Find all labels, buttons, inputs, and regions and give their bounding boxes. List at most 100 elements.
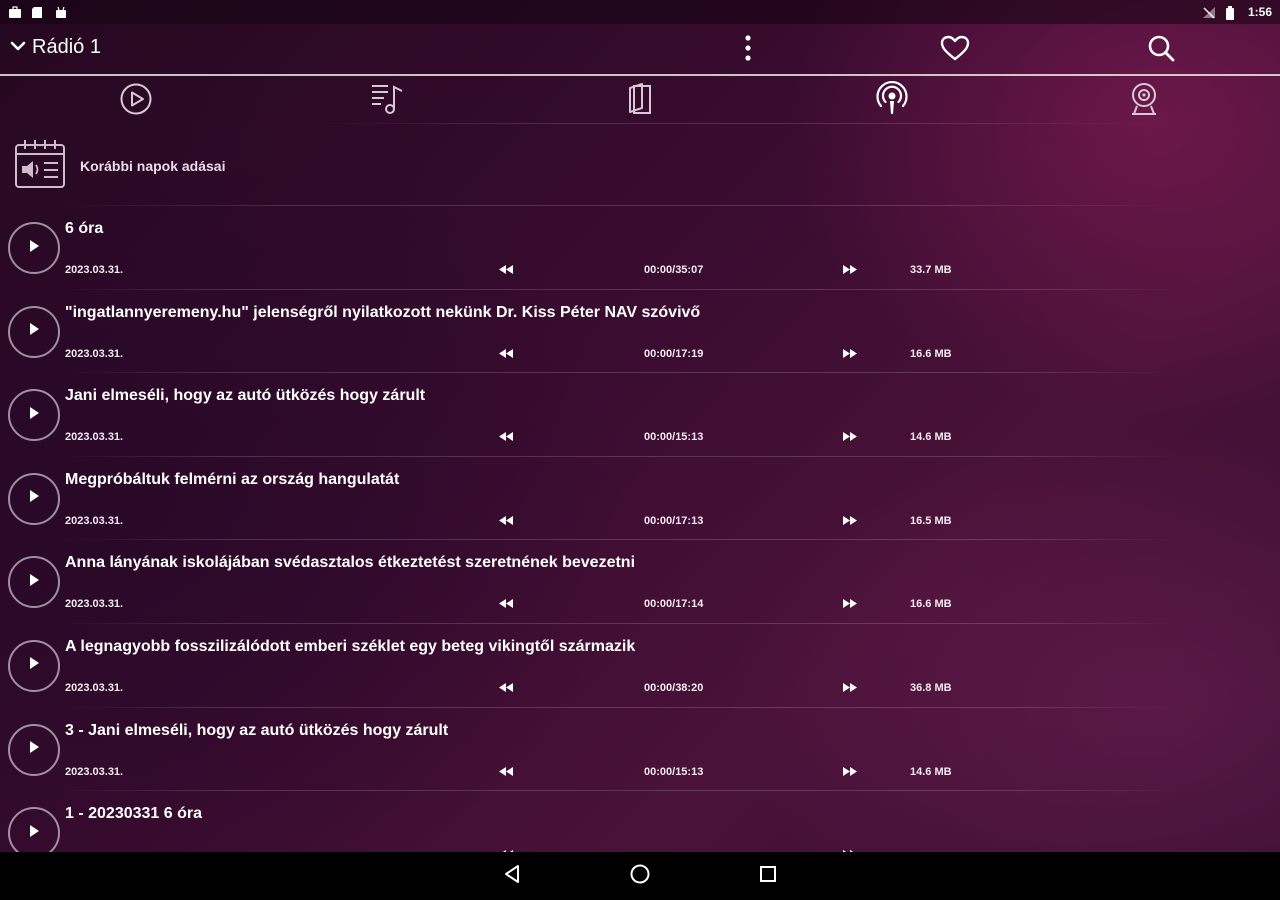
- play-icon: [28, 824, 40, 843]
- play-icon: [28, 489, 40, 508]
- episode-play-button[interactable]: [8, 305, 60, 358]
- episode-title: Jani elmeséli, hogy az autó ütközés hogy…: [65, 387, 426, 405]
- more-options-button[interactable]: [730, 32, 766, 68]
- tab-podcast[interactable]: [766, 78, 1018, 124]
- episode-row[interactable]: A legnagyobb fosszilizálódott emberi szé…: [0, 624, 1280, 708]
- episode-row[interactable]: Anna lányának iskolájában svédasztalos é…: [0, 540, 1280, 624]
- rewind-icon: [499, 428, 513, 446]
- favorite-button[interactable]: [937, 32, 973, 68]
- tab-divider: [300, 123, 1160, 124]
- status-bar: 1:56: [0, 0, 1280, 24]
- episode-title: A legnagyobb fosszilizálódott emberi szé…: [65, 637, 636, 655]
- no-signal-icon: [1202, 6, 1216, 19]
- episode-title: 1 - 20230331 6 óra: [65, 805, 202, 823]
- episode-size: 14.6 MB: [910, 765, 952, 778]
- book-icon: [624, 82, 656, 121]
- fast-forward-icon: [843, 345, 857, 363]
- fast-forward-icon: [843, 679, 857, 697]
- episode-play-button[interactable]: [8, 723, 60, 776]
- more-vert-icon: [745, 34, 751, 67]
- play-icon: [28, 740, 40, 759]
- rewind-button[interactable]: [497, 430, 515, 444]
- episode-play-button[interactable]: [8, 556, 60, 609]
- fast-forward-button[interactable]: [841, 514, 859, 528]
- rewind-button[interactable]: [497, 681, 515, 695]
- fast-forward-icon: [843, 595, 857, 613]
- episode-row[interactable]: Jani elmeséli, hogy az autó ütközés hogy…: [0, 373, 1280, 457]
- fast-forward-icon: [843, 763, 857, 781]
- episode-size: 33.7 MB: [910, 264, 952, 276]
- episode-date: 2023.03.31.: [65, 347, 124, 360]
- episode-size: 16.6 MB: [910, 347, 952, 360]
- episode-size: 16.6 MB: [910, 598, 952, 611]
- fast-forward-button[interactable]: [841, 681, 859, 695]
- app-bar: Rádió 1: [0, 24, 1280, 76]
- rewind-icon: [499, 679, 513, 697]
- episode-size: 16.5 MB: [910, 514, 952, 527]
- rewind-icon: [499, 763, 513, 781]
- chevron-down-icon: [10, 39, 26, 57]
- fast-forward-icon: [843, 512, 857, 530]
- rewind-icon: [499, 512, 513, 530]
- rewind-button[interactable]: [497, 514, 515, 528]
- search-button[interactable]: [1143, 32, 1179, 68]
- episode-title: Anna lányának iskolájában svédasztalos é…: [65, 554, 636, 572]
- episode-date: 2023.03.31.: [65, 264, 124, 276]
- app-screen: 1:56 Rádió 1 Korábbi napok adásai 6 óra …: [0, 0, 1280, 852]
- tab-info[interactable]: [514, 78, 766, 124]
- recents-button[interactable]: [754, 862, 782, 890]
- podcast-icon: [875, 80, 909, 122]
- episode-time: 00:00/15:13: [644, 431, 704, 444]
- episode-date: 2023.03.31.: [65, 598, 124, 611]
- fast-forward-button[interactable]: [841, 597, 859, 611]
- rewind-button[interactable]: [497, 347, 515, 361]
- episode-date: 2023.03.31.: [65, 681, 124, 694]
- rewind-icon: [499, 595, 513, 613]
- back-button[interactable]: [498, 862, 526, 890]
- tab-webcam[interactable]: [1018, 78, 1270, 124]
- rewind-button[interactable]: [497, 597, 515, 611]
- episode-date: 2023.03.31.: [65, 765, 124, 778]
- play-icon: [28, 573, 40, 592]
- episode-play-button[interactable]: [8, 389, 60, 442]
- episode-time: 00:00/15:13: [644, 765, 704, 778]
- search-icon: [1147, 34, 1175, 67]
- episode-time: 00:00/17:13: [644, 514, 704, 527]
- recents-icon: [758, 864, 778, 889]
- heart-icon: [940, 35, 970, 66]
- status-time: 1:56: [1247, 5, 1272, 19]
- episode-row[interactable]: Megpróbáltuk felmérni az ország hangulat…: [0, 457, 1280, 541]
- status-right: 1:56: [1202, 5, 1272, 20]
- episode-play-button[interactable]: [8, 222, 60, 274]
- rewind-button[interactable]: [497, 263, 515, 277]
- episode-play-button[interactable]: [8, 807, 60, 852]
- episode-title: 3 - Jani elmeséli, hogy az autó ütközés …: [65, 721, 449, 739]
- episode-date: 2023.03.31.: [65, 431, 124, 444]
- episode-play-button[interactable]: [8, 472, 60, 525]
- episode-title: Megpróbáltuk felmérni az ország hangulat…: [65, 470, 400, 488]
- playlist-music-icon: [370, 81, 406, 122]
- fast-forward-button[interactable]: [841, 430, 859, 444]
- tab-live[interactable]: [10, 78, 262, 124]
- previous-days-button[interactable]: Korábbi napok adásai: [0, 132, 1280, 204]
- play-icon: [28, 239, 40, 258]
- episode-row[interactable]: "ingatlannyeremeny.hu" jelenségről nyila…: [0, 290, 1280, 374]
- station-selector[interactable]: Rádió 1: [10, 36, 101, 59]
- navigation-bar: [0, 852, 1280, 900]
- episode-row[interactable]: 6 óra 2023.03.31. 00:00/35:07 33.7 MB: [0, 206, 1280, 290]
- episode-time: 00:00/35:07: [644, 264, 704, 276]
- fast-forward-icon: [843, 428, 857, 446]
- calendar-audio-icon: [14, 138, 66, 195]
- home-button[interactable]: [626, 862, 654, 890]
- episode-row[interactable]: 1 - 20230331 6 óra: [0, 791, 1280, 852]
- tab-playlist[interactable]: [262, 78, 514, 124]
- fast-forward-button[interactable]: [841, 347, 859, 361]
- play-icon: [28, 322, 40, 341]
- fast-forward-button[interactable]: [841, 765, 859, 779]
- episode-title: "ingatlannyeremeny.hu" jelenségről nyila…: [65, 303, 701, 321]
- play-icon: [28, 406, 40, 425]
- fast-forward-button[interactable]: [841, 263, 859, 277]
- episode-row[interactable]: 3 - Jani elmeséli, hogy az autó ütközés …: [0, 708, 1280, 792]
- rewind-button[interactable]: [497, 765, 515, 779]
- episode-play-button[interactable]: [8, 639, 60, 692]
